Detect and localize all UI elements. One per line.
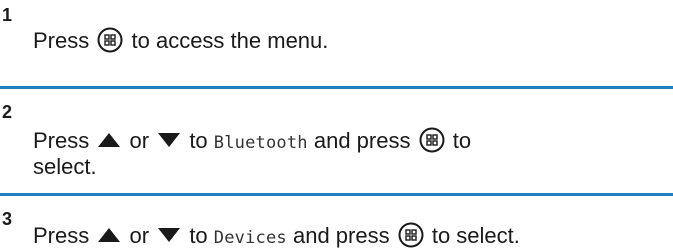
- step-instruction: Press to access the menu.: [33, 27, 328, 54]
- menu-ok-button-icon: [398, 222, 424, 248]
- step-text: to access the menu.: [131, 28, 329, 53]
- step-number: 1: [2, 5, 13, 25]
- step-text: to select.: [431, 223, 520, 248]
- menu-item-name: Bluetooth: [213, 133, 308, 153]
- menu-ok-button-icon: [419, 127, 445, 153]
- step-instruction: Press or to Bluetooth and press to: [33, 127, 471, 157]
- step-text: Press: [33, 128, 90, 153]
- step-instruction-continued: select.: [33, 153, 97, 180]
- step-text: to: [189, 128, 208, 153]
- step-text: Press: [33, 28, 90, 53]
- up-arrow-icon: [98, 133, 121, 147]
- divider: [0, 86, 673, 89]
- step-text: and press: [292, 223, 390, 248]
- menu-ok-button-icon: [97, 27, 123, 53]
- step-text: select.: [33, 154, 97, 179]
- step-number: 2: [2, 102, 13, 122]
- step-text: or: [129, 223, 150, 248]
- divider: [0, 193, 673, 196]
- step-number: 3: [2, 209, 13, 229]
- step-text: and press: [313, 128, 411, 153]
- menu-item-name: Devices: [213, 228, 287, 248]
- step-text: Press: [33, 223, 90, 248]
- step-text: to: [189, 223, 208, 248]
- step-text: to: [452, 128, 472, 153]
- step-text: or: [129, 128, 150, 153]
- up-arrow-icon: [98, 228, 121, 242]
- down-arrow-icon: [158, 228, 181, 242]
- step-instruction: Press or to Devices and press to select.: [33, 222, 520, 252]
- down-arrow-icon: [158, 133, 181, 147]
